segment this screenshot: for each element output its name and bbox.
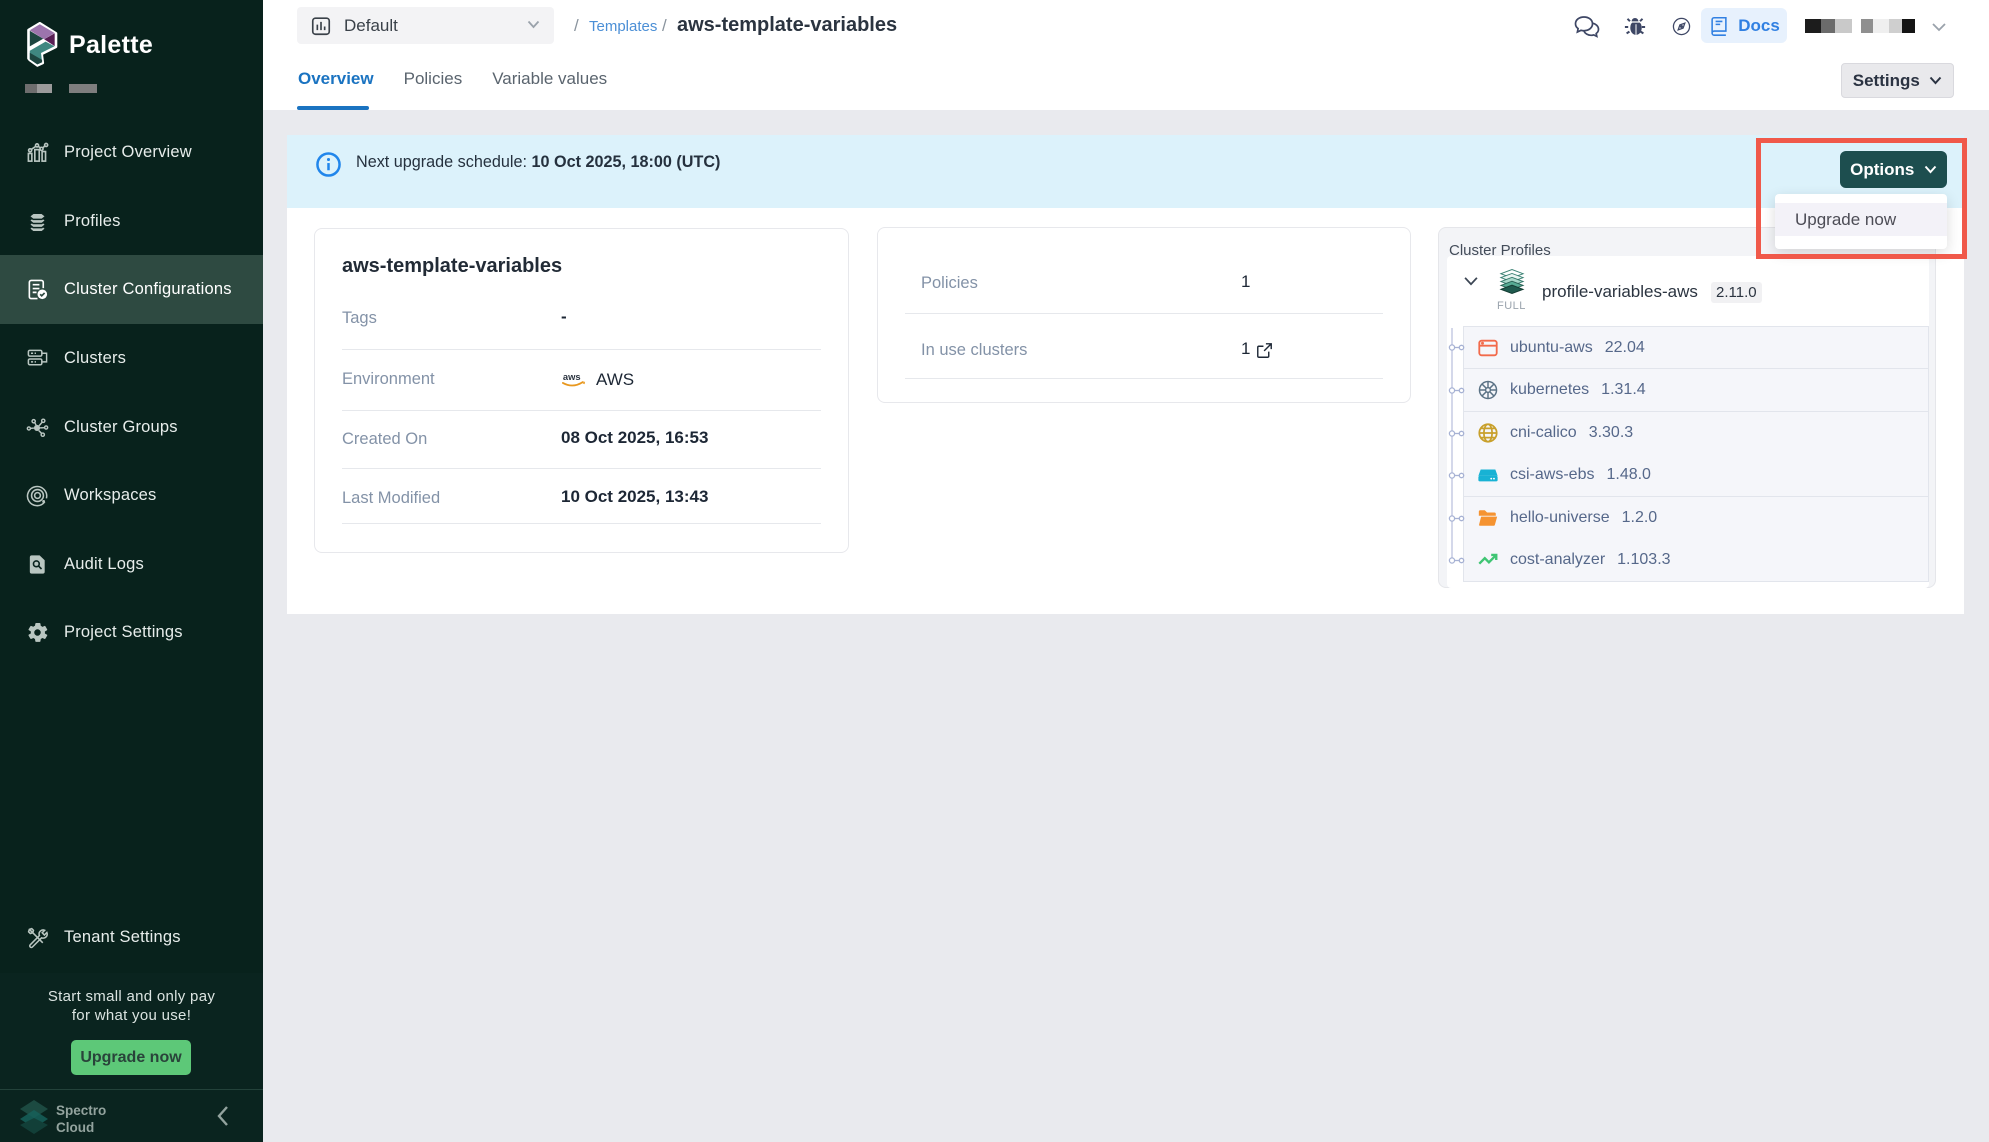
svg-text:aws: aws	[563, 372, 581, 382]
